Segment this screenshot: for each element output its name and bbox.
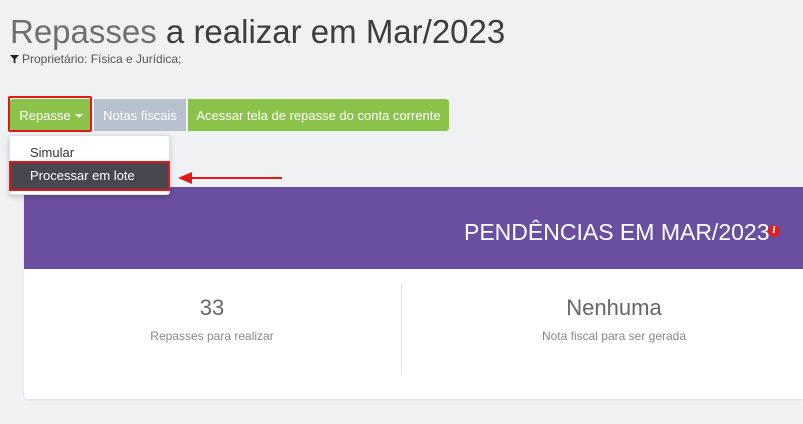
menu-item-simular[interactable]: Simular <box>10 141 169 165</box>
caret-down-icon <box>74 114 83 118</box>
acessar-repasse-conta-corrente-button[interactable]: Acessar tela de repasse do conta corrent… <box>188 99 449 131</box>
annotation-arrow-icon <box>178 172 282 184</box>
stat-value: Nenhuma <box>566 295 662 320</box>
card-title: PENDÊNCIAS EM MAR/2023 <box>464 219 770 245</box>
notas-button-label: Notas fiscais <box>103 107 177 123</box>
page-title-light: Repasses <box>10 13 157 50</box>
page-title: Repasses a realizar em Mar/2023 <box>10 13 505 51</box>
pendencias-card: PENDÊNCIAS EM MAR/2023 i 33 Repasses par… <box>24 187 803 399</box>
stat-label: Repasses para realizar <box>150 329 274 343</box>
menu-item-processar-em-lote[interactable]: Processar em lote <box>9 161 170 191</box>
card-header: PENDÊNCIAS EM MAR/2023 i <box>24 187 803 269</box>
repasse-button-label: Repasse <box>19 107 71 123</box>
page-title-rest: a realizar em Mar/2023 <box>156 13 506 50</box>
repasse-dropdown-menu: Simular Processar em lote <box>9 135 170 195</box>
stat-repasses: 33 Repasses para realizar <box>24 295 400 343</box>
repasse-dropdown-button[interactable]: Repasse <box>10 99 92 131</box>
filter-icon <box>10 54 19 64</box>
filter-summary: Proprietário: Física e Jurídica; <box>10 52 181 66</box>
acessar-button-label: Acessar tela de repasse do conta corrent… <box>196 107 441 123</box>
stat-notas: Nenhuma Nota fiscal para ser gerada <box>426 295 802 343</box>
notas-fiscais-button[interactable]: Notas fiscais <box>94 99 186 131</box>
divider <box>401 283 402 375</box>
info-icon[interactable]: i <box>768 225 780 237</box>
filter-text: Proprietário: Física e Jurídica; <box>22 52 182 66</box>
stat-value: 33 <box>199 295 225 320</box>
stat-label: Nota fiscal para ser gerada <box>541 329 687 343</box>
